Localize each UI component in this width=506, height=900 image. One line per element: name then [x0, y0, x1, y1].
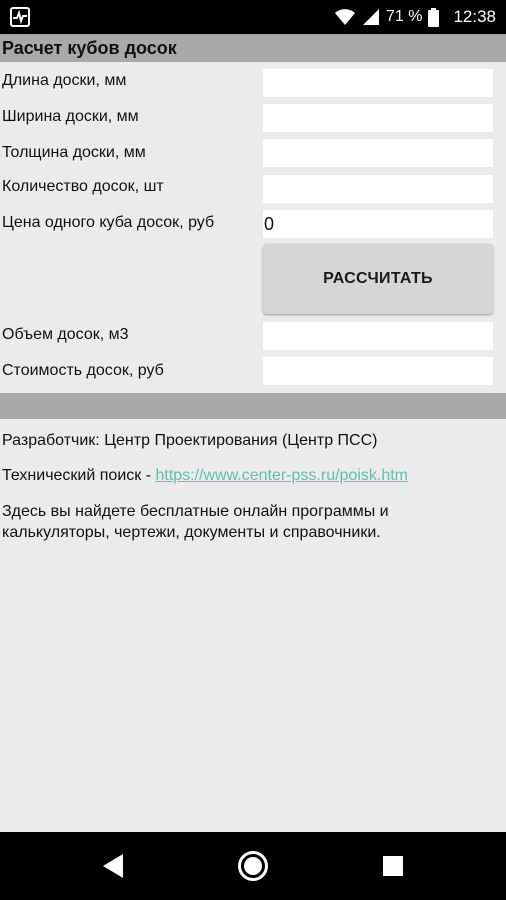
volume-label: Объем досок, м3: [2, 326, 129, 343]
cube-price-input[interactable]: [263, 210, 493, 238]
navigation-bar: [0, 832, 506, 900]
board-thickness-input[interactable]: [263, 139, 493, 167]
board-length-input[interactable]: [263, 69, 493, 97]
cost-output[interactable]: [263, 357, 493, 385]
calculate-button[interactable]: РАССЧИТАТЬ: [263, 244, 493, 314]
description-line-1: Здесь вы найдете бесплатные онлайн прогр…: [2, 503, 389, 520]
board-thickness-label: Толщина доски, мм: [2, 144, 146, 161]
search-line: Технический поиск - https://www.center-p…: [2, 465, 408, 486]
developer-text: Разработчик: Центр Проектирования (Центр…: [2, 432, 378, 449]
cube-price-label: Цена одного куба досок, руб: [2, 214, 215, 231]
board-count-label: Количество досок, шт: [2, 178, 164, 195]
wifi-icon: [334, 9, 355, 25]
battery-icon: [428, 7, 440, 27]
clock: 12:38: [453, 7, 496, 26]
recents-button[interactable]: [363, 832, 423, 900]
section-divider: [0, 393, 506, 419]
page-title: Расчет кубов досок: [0, 34, 506, 62]
volume-output[interactable]: [263, 322, 493, 350]
description-line-2: калькуляторы, чертежи, документы и справ…: [2, 524, 381, 541]
cost-label: Стоимость досок, руб: [2, 362, 164, 379]
search-prefix: Технический поиск -: [2, 467, 156, 484]
recents-icon: [383, 856, 403, 876]
battery-percent: 71 %: [385, 8, 423, 25]
board-width-label: Ширина доски, мм: [2, 108, 139, 125]
cell-signal-icon: [362, 9, 379, 25]
back-button[interactable]: [83, 832, 143, 900]
activity-icon: [10, 7, 30, 27]
board-length-label: Длина доски, мм: [2, 72, 127, 89]
status-bar: 71 % 12:38: [0, 0, 506, 34]
home-button[interactable]: [223, 832, 283, 900]
description-text: Здесь вы найдете бесплатные онлайн прогр…: [2, 501, 389, 543]
board-count-input[interactable]: [263, 175, 493, 203]
home-icon: [238, 851, 268, 881]
back-icon: [103, 854, 123, 878]
board-width-input[interactable]: [263, 104, 493, 132]
search-link[interactable]: https://www.center-pss.ru/poisk.htm: [155, 467, 408, 484]
